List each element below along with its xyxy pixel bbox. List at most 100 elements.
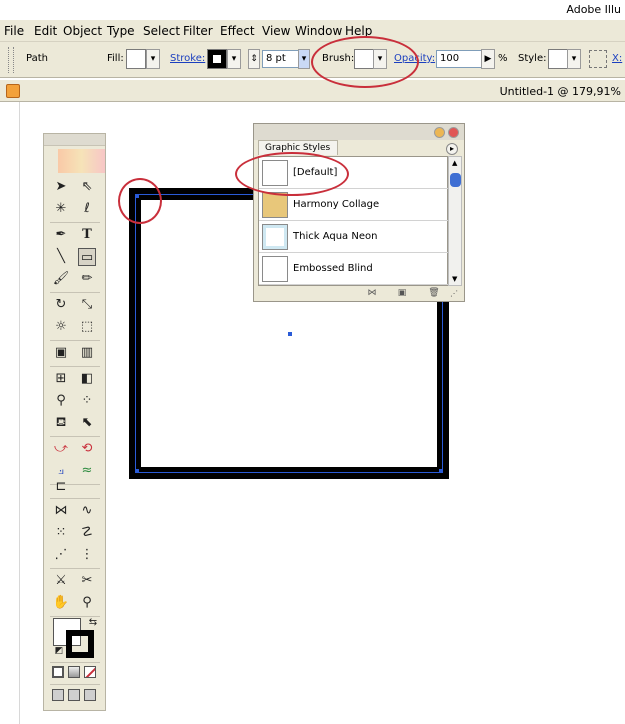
slice-tool-icon[interactable]: ⊏ [52,478,70,496]
full-screen-mode-icon[interactable] [84,689,96,701]
center-point[interactable] [288,332,292,336]
resize-grip-icon[interactable]: ⋰ [448,288,460,299]
fill-swatch[interactable] [126,49,146,69]
standard-screen-mode-icon[interactable] [52,689,64,701]
style-swatch[interactable] [548,49,568,69]
direct-selection-tool-icon[interactable]: ⇖ [78,178,96,196]
full-screen-menu-mode-icon[interactable] [68,689,80,701]
menu-select[interactable]: Select [143,24,180,38]
style-row[interactable]: Thick Aqua Neon [259,221,449,253]
warp-tool-icon[interactable]: ☼ [52,318,70,336]
window-titlebar: Adobe Illu [0,0,625,20]
none-mode-icon[interactable] [84,666,96,678]
stroke-weight-stepper[interactable]: ⇕ [248,49,260,69]
scissors-tool-icon[interactable]: ✂ [78,572,96,590]
mesh-tool-icon[interactable]: ⊞ [52,370,70,388]
smooth-tool-icon[interactable]: ≈ [78,462,96,480]
scroll-up-arrow[interactable]: ▲ [452,159,457,167]
stroke-swatch[interactable] [207,49,227,69]
transform-icon[interactable] [589,50,607,68]
selection-tool-icon[interactable]: ➤ [52,178,70,196]
column-graph-tool-icon[interactable]: ▥ [78,344,96,362]
color-mode-icon[interactable] [52,666,64,678]
tools-separator [50,568,100,569]
menu-window[interactable]: Window [295,24,342,38]
scallop-tool-icon[interactable]: ⋮ [78,546,96,564]
swap-fill-stroke-icon[interactable]: ⇆ [84,614,102,632]
wave-tool-icon[interactable]: ∿ [78,502,96,520]
add-anchor-tool-icon[interactable]: ⟲ [78,440,96,458]
live-paint-selection-tool-icon[interactable]: ⬉ [78,414,96,432]
anchor-point-bottom-left[interactable] [135,469,139,473]
pattern-tool-icon[interactable]: ⁙ [52,524,70,542]
crystallize-tool-icon[interactable]: ☡ [78,524,96,542]
style-label: Style: [518,53,547,64]
type-tool-icon[interactable]: T [78,226,96,244]
annotation-circle-brush [311,36,419,88]
gradient-tool-icon[interactable]: ◧ [78,370,96,388]
x-label[interactable]: X: [612,53,622,64]
eyedropper-tool-icon[interactable]: ⚲ [52,392,70,410]
styles-scrollbar[interactable]: ▲ ▼ [448,156,462,286]
tools-separator [50,662,100,663]
style-dropdown[interactable]: ▾ [567,49,581,69]
blend-tool-icon[interactable]: ⁘ [78,392,96,410]
tools-separator [50,436,100,437]
envelope-tool-icon[interactable]: ⋈ [52,502,70,520]
magic-wand-tool-icon[interactable]: ✳ [52,200,70,218]
wrinkle-tool-icon[interactable]: ⋰ [52,546,70,564]
lasso-tool-icon[interactable]: ℓ [78,200,96,218]
break-link-icon[interactable]: ⋈ [362,288,382,299]
rotate-tool-icon[interactable]: ↻ [52,296,70,314]
rectangle-tool-icon[interactable]: ▭ [78,248,96,266]
delete-style-icon[interactable]: 🗑 [428,288,440,299]
panel-titlebar[interactable] [254,124,464,140]
stroke-color-box[interactable] [66,630,94,658]
stroke-weight-dropdown[interactable]: ▾ [298,49,310,69]
style-row[interactable]: Embossed Blind [259,253,449,285]
free-transform-tool-icon[interactable]: ⬚ [78,318,96,336]
stroke-weight-field[interactable]: 8 pt [262,50,300,68]
symbol-sprayer-tool-icon[interactable]: ▣ [52,344,70,362]
scroll-down-arrow[interactable]: ▼ [452,275,457,283]
pen-tool-icon[interactable]: ✒ [52,226,70,244]
fill-dropdown[interactable]: ▾ [146,49,160,69]
live-paint-bucket-tool-icon[interactable]: ⛾ [52,414,70,432]
menu-filter[interactable]: Filter [183,24,213,38]
gradient-mode-icon[interactable] [68,666,80,678]
pencil-tool-icon[interactable]: ✏ [78,270,96,288]
document-titlebar: Untitled-1 @ 179,91% [0,80,625,102]
knife-tool-icon[interactable]: ⚔ [52,572,70,590]
illustrator-document-icon [6,84,20,98]
line-segment-tool-icon[interactable]: ╲ [52,248,70,266]
scale-tool-icon[interactable]: ⤡ [78,296,96,314]
tools-separator [50,684,100,685]
paintbrush-tool-icon[interactable]: 🖌 [52,270,70,288]
tools-panel: ➤ ⇖ ✳ ℓ ✒ T ╲ ▭ 🖌 ✏ ↻ ⤡ ☼ ⬚ ▣ ▥ ⊞ ◧ ⚲ ⁘ … [43,133,106,711]
opacity-field[interactable]: 100 [436,50,482,68]
anchor-point-bottom-right[interactable] [439,469,443,473]
default-fill-stroke-icon[interactable]: ◩ [50,642,68,660]
close-panel-icon[interactable] [448,127,459,138]
new-style-icon[interactable]: ▣ [396,288,408,299]
menu-file[interactable]: File [4,24,24,38]
menu-object[interactable]: Object [63,24,102,38]
stroke-dropdown[interactable]: ▾ [227,49,241,69]
tools-panel-titlebar[interactable] [44,134,105,146]
minimize-panel-icon[interactable] [434,127,445,138]
stroke-label[interactable]: Stroke: [170,53,205,64]
menu-effect[interactable]: Effect [220,24,255,38]
annotation-circle-default-style [235,152,349,196]
menu-view[interactable]: View [262,24,290,38]
scrollbar-thumb[interactable] [450,173,461,187]
zoom-tool-icon[interactable]: ⚲ [78,594,96,612]
convert-anchor-tool-icon[interactable]: ⤻ [52,440,70,458]
opacity-slider-button[interactable]: ▶ [481,49,495,69]
menu-edit[interactable]: Edit [34,24,57,38]
style-name: Harmony Collage [293,199,380,210]
menu-type[interactable]: Type [107,24,135,38]
none-slash [85,667,95,677]
panel-menu-icon[interactable]: ▸ [446,143,458,155]
hand-tool-icon[interactable]: ✋ [52,594,70,612]
toolbar-grip[interactable] [8,47,14,73]
